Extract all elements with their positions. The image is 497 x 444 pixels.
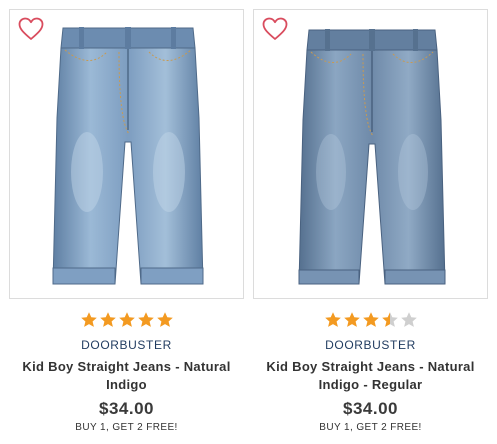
- product-image-frame[interactable]: [253, 9, 488, 299]
- star-filled-icon: [362, 312, 379, 327]
- star-filled-icon: [99, 312, 116, 327]
- heart-outline-icon[interactable]: [262, 17, 288, 41]
- star-filled-icon: [324, 312, 341, 327]
- product-card[interactable]: DOORBUSTER Kid Boy Straight Jeans - Natu…: [253, 9, 488, 433]
- product-price: $34.00: [343, 399, 398, 418]
- product-title[interactable]: Kid Boy Straight Jeans - Natural Indigo: [9, 358, 244, 394]
- star-filled-icon: [137, 312, 154, 327]
- star-filled-icon: [343, 312, 360, 327]
- product-title[interactable]: Kid Boy Straight Jeans - Natural Indigo …: [253, 358, 488, 394]
- heart-outline-icon[interactable]: [18, 17, 44, 41]
- product-image-jeans: [52, 27, 204, 285]
- product-image-jeans: [298, 29, 446, 285]
- promo-text: BUY 1, GET 2 FREE!: [319, 422, 422, 433]
- product-price: $34.00: [99, 399, 154, 418]
- product-meta: DOORBUSTER Kid Boy Straight Jeans - Natu…: [9, 311, 244, 433]
- product-card[interactable]: DOORBUSTER Kid Boy Straight Jeans - Natu…: [9, 9, 244, 433]
- product-meta: DOORBUSTER Kid Boy Straight Jeans - Natu…: [253, 311, 488, 433]
- star-filled-icon: [118, 312, 135, 327]
- doorbuster-badge: DOORBUSTER: [325, 338, 416, 352]
- star-filled-icon: [80, 312, 97, 327]
- product-image-frame[interactable]: [9, 9, 244, 299]
- rating-stars: [9, 311, 244, 331]
- promo-text: BUY 1, GET 2 FREE!: [75, 422, 178, 433]
- star-empty-icon: [400, 312, 417, 327]
- star-half-icon: [381, 312, 398, 327]
- star-filled-icon: [156, 312, 173, 327]
- product-grid: DOORBUSTER Kid Boy Straight Jeans - Natu…: [0, 0, 497, 444]
- doorbuster-badge: DOORBUSTER: [81, 338, 172, 352]
- rating-stars: [253, 311, 488, 331]
